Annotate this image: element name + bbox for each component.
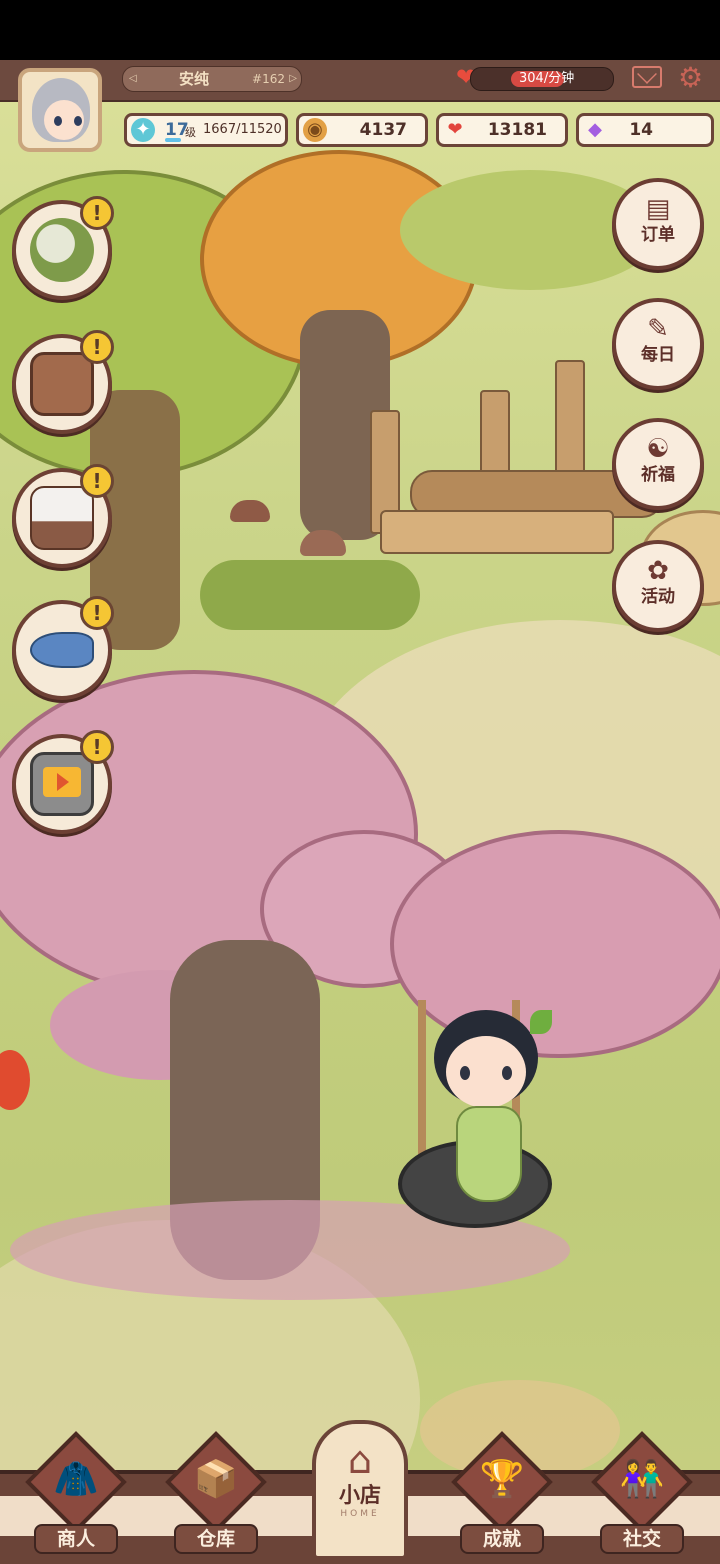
player-name-pill[interactable]: ◁ 安纯 #162 ▷	[122, 66, 302, 92]
level-unit: 级	[185, 126, 196, 139]
player-character[interactable]	[430, 1010, 552, 1220]
nav-merchant[interactable]: 🧥 商人	[25, 1431, 127, 1558]
gem-icon: ◆	[588, 119, 602, 140]
daily-icon: ✎	[647, 314, 669, 344]
nav-shop-label: 小店	[339, 1483, 381, 1507]
events-button[interactable]: ✿ 活动	[612, 540, 704, 632]
chevron-left-icon: ◁	[129, 73, 137, 84]
level-panel[interactable]: ✦ 17 级 1667/11520	[124, 113, 288, 147]
star-level-icon: ✦	[131, 118, 155, 142]
player-id: #162	[252, 72, 285, 86]
player-avatar[interactable]	[18, 68, 102, 152]
alert-icon: !	[80, 596, 114, 630]
orders-button[interactable]: ▤ 订单	[612, 178, 704, 270]
coins-value: 4137	[359, 120, 407, 140]
gems-panel[interactable]: ◆ 14	[576, 113, 714, 147]
trophy-icon: 🏆	[479, 1459, 525, 1500]
coins-panel[interactable]: ◉ 4137	[296, 113, 428, 147]
mail-icon[interactable]	[632, 66, 662, 88]
player-name: 安纯	[179, 70, 210, 88]
hearts-panel[interactable]: ❤ 13181	[436, 113, 568, 147]
nav-social-label: 社交	[600, 1524, 684, 1554]
pray-icon: ☯	[646, 434, 670, 464]
merchant-icon: 🧥	[53, 1459, 99, 1500]
alert-icon: !	[80, 330, 114, 364]
daily-label: 每日	[641, 345, 675, 365]
avatar-eye	[54, 116, 62, 126]
house-icon: ⌂	[347, 1438, 373, 1482]
mushroom-cluster	[200, 500, 440, 640]
nav-achievements-label: 成就	[460, 1524, 544, 1554]
alert-icon: !	[80, 464, 114, 498]
heart-rate-bar: 304/分钟	[470, 67, 614, 91]
xp-value: 1667/11520	[203, 122, 282, 137]
orders-label: 订单	[641, 225, 675, 245]
nav-shop-sublabel: HOME	[340, 1509, 380, 1519]
nav-warehouse-label: 仓库	[174, 1524, 258, 1554]
chevron-right-icon: ▷	[289, 73, 297, 84]
gems-value: 14	[629, 120, 653, 140]
heart-rate-text: 304/分钟	[519, 71, 575, 86]
game-scene[interactable]	[0, 60, 720, 1560]
bed-icon	[30, 486, 94, 550]
quest-cabinet-button[interactable]: !	[12, 330, 114, 434]
nav-achievements[interactable]: 🏆 成就	[451, 1431, 553, 1558]
hearts-value: 13181	[487, 120, 547, 140]
event-icon: ✿	[647, 556, 669, 586]
nav-social[interactable]: 👫 社交	[591, 1431, 693, 1558]
cauliflower-icon	[30, 218, 94, 282]
coin-icon: ◉	[303, 118, 327, 142]
pray-label: 祈福	[641, 465, 675, 485]
quest-cauliflower-button[interactable]: !	[12, 196, 114, 300]
quest-tv-button[interactable]: !	[12, 730, 114, 834]
heart-icon: ❤	[447, 119, 463, 140]
warehouse-icon: 📦	[193, 1459, 239, 1500]
xp-progress-bar	[165, 138, 181, 142]
daily-button[interactable]: ✎ 每日	[612, 298, 704, 390]
tv-icon	[30, 752, 94, 816]
alert-icon: !	[80, 196, 114, 230]
nav-merchant-label: 商人	[34, 1524, 118, 1554]
cabinet-icon	[30, 352, 94, 416]
quest-bed-button[interactable]: !	[12, 464, 114, 568]
events-label: 活动	[641, 587, 675, 607]
nav-shop-home[interactable]: ⌂ 小店 HOME	[312, 1420, 408, 1560]
order-icon: ▤	[645, 194, 671, 224]
pray-button[interactable]: ☯ 祈福	[612, 418, 704, 510]
alert-icon: !	[80, 730, 114, 764]
fish-icon	[30, 632, 94, 668]
fox-tail	[0, 1050, 30, 1110]
avatar-eye	[74, 116, 82, 126]
gear-icon[interactable]: ⚙	[678, 62, 703, 94]
quest-fish-button[interactable]: !	[12, 596, 114, 700]
friends-icon: 👫	[619, 1459, 665, 1500]
nav-warehouse[interactable]: 📦 仓库	[165, 1431, 267, 1558]
